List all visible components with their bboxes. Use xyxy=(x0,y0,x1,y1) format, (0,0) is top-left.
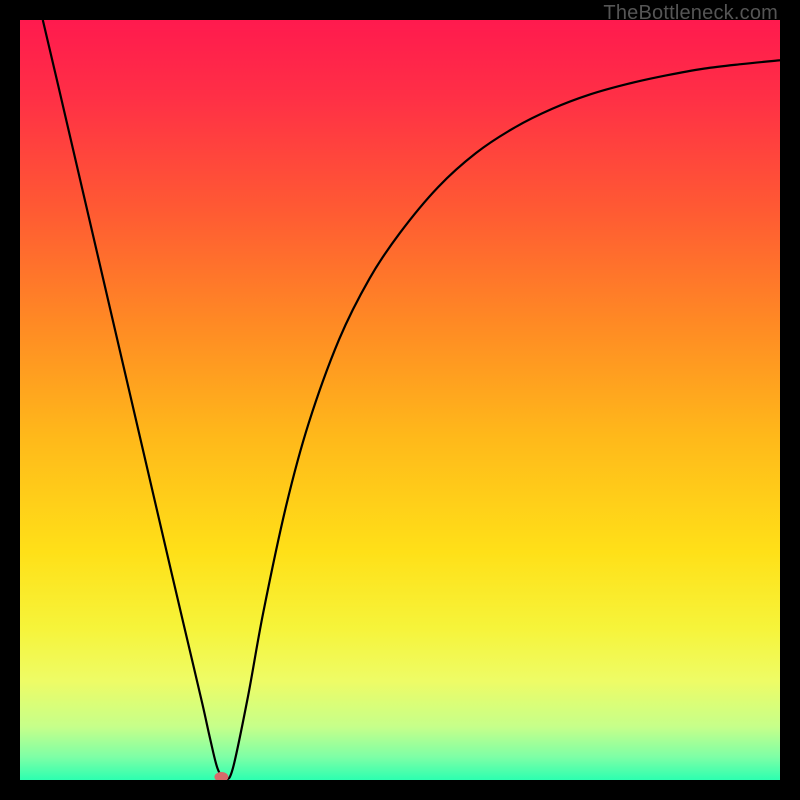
chart-background xyxy=(20,20,780,780)
watermark-text: TheBottleneck.com xyxy=(603,2,778,25)
chart-canvas xyxy=(20,20,780,780)
